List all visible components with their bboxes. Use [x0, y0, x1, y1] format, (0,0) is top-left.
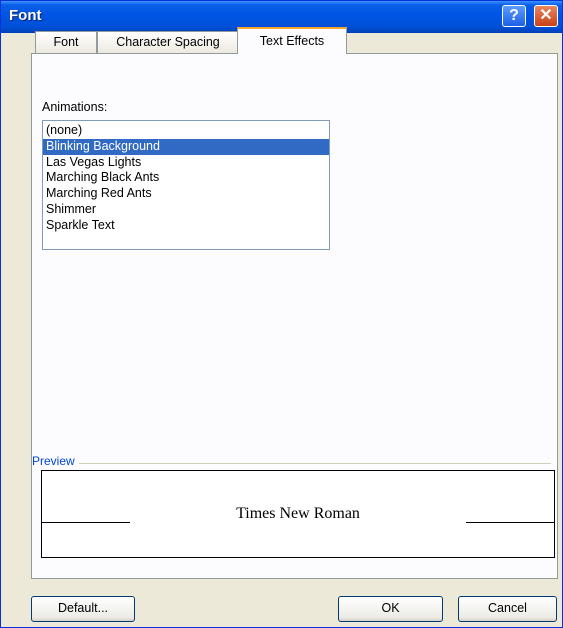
default-button[interactable]: Default... [31, 596, 135, 622]
animations-listbox[interactable]: (none) Blinking Background Las Vegas Lig… [42, 120, 330, 250]
list-item-selected[interactable]: Blinking Background [43, 138, 329, 155]
tab-text-effects[interactable]: Text Effects [237, 27, 347, 54]
preview-baseline-right [466, 522, 554, 523]
ok-button[interactable]: OK [338, 596, 443, 622]
close-icon: ✕ [539, 7, 553, 24]
list-item[interactable]: Marching Black Ants [43, 170, 329, 186]
preview-sample-text: Times New Roman [236, 505, 360, 522]
cancel-button[interactable]: Cancel [458, 596, 557, 622]
list-item[interactable]: (none) [43, 123, 329, 139]
list-item[interactable]: Marching Red Ants [43, 186, 329, 202]
text-effects-panel: Animations: (none) Blinking Background L… [31, 53, 558, 579]
list-item[interactable]: Las Vegas Lights [43, 155, 329, 171]
tab-font[interactable]: Font [35, 31, 97, 53]
list-item[interactable]: Shimmer [43, 202, 329, 218]
close-button[interactable]: ✕ [534, 5, 558, 27]
help-icon: ? [509, 7, 519, 24]
preview-box: Times New Roman [41, 470, 555, 558]
font-dialog: Font ? ✕ Font Character Spacing Text Eff… [0, 0, 563, 628]
preview-label: Preview [32, 454, 79, 468]
list-item[interactable]: Sparkle Text [43, 218, 329, 234]
help-button[interactable]: ? [502, 5, 526, 27]
animations-label: Animations: [42, 100, 108, 114]
preview-divider [72, 463, 551, 464]
tab-character-spacing[interactable]: Character Spacing [97, 31, 239, 53]
window-title: Font [9, 7, 42, 24]
